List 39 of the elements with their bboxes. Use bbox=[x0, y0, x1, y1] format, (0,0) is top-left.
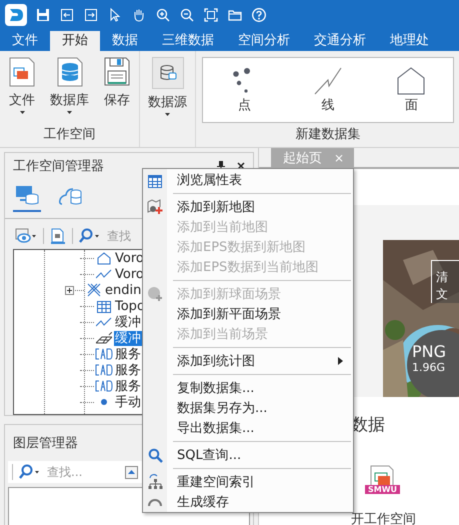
ribbon-button[interactable]: 数据源 bbox=[146, 55, 189, 125]
card-caption: 清 文 bbox=[431, 260, 459, 303]
ribbon-tab[interactable]: 空间分析 bbox=[226, 31, 302, 51]
menu-item[interactable]: 重建空间索引 bbox=[143, 472, 353, 492]
dataset-item[interactable]: 缓冲 bbox=[114, 330, 142, 346]
menu-item[interactable]: 生成缓存 bbox=[143, 492, 353, 512]
menu-item[interactable]: 导出数据集... bbox=[143, 418, 353, 438]
menu-item[interactable]: 添加到新平面场景 bbox=[143, 304, 353, 324]
ribbon-tab[interactable]: 三维数据 bbox=[150, 31, 226, 51]
ribbon-button[interactable]: 保存 bbox=[101, 55, 133, 125]
dataset-item[interactable]: 服务 bbox=[114, 378, 142, 394]
search-field[interactable]: 查找 bbox=[107, 229, 134, 243]
dataset-item[interactable]: 缓冲 bbox=[114, 314, 142, 330]
gallery-item[interactable]: 线 bbox=[298, 65, 358, 115]
ribbon-tab[interactable]: 数据 bbox=[100, 31, 150, 51]
dataset-item[interactable]: 服务 bbox=[114, 362, 142, 378]
ribbon-tab[interactable]: 交通分析 bbox=[302, 31, 378, 51]
group-title: 工作空间 bbox=[44, 127, 96, 142]
panel-title: 工作空间管理器 bbox=[13, 158, 104, 175]
menu-item[interactable]: 添加到新地图 bbox=[143, 197, 353, 217]
ribbon-tab[interactable]: 地理处 bbox=[378, 31, 441, 51]
menu-item[interactable]: 浏览属性表 bbox=[143, 170, 353, 190]
gallery-item[interactable]: 面 bbox=[381, 65, 442, 115]
dataset-item[interactable]: 手动 bbox=[114, 394, 142, 410]
dataset-item[interactable]: 服务 bbox=[114, 346, 142, 362]
ribbon-button[interactable]: 文件 bbox=[6, 55, 38, 125]
ribbon-tab[interactable]: 开始 bbox=[50, 31, 100, 51]
gallery-item[interactable]: 点 bbox=[214, 65, 275, 115]
dataset-item[interactable]: endin bbox=[104, 282, 142, 298]
menu-item[interactable]: 复制数据集... bbox=[143, 378, 353, 398]
file-label[interactable]: 开工作空间 bbox=[351, 510, 416, 525]
ribbon-tab[interactable]: 文件 bbox=[0, 31, 50, 51]
menu-item[interactable]: 数据集另存为... bbox=[143, 398, 353, 418]
menu-item[interactable]: SQL查询... bbox=[143, 445, 353, 465]
file-badge: SMWU bbox=[365, 485, 400, 494]
panel-title: 图层管理器 bbox=[13, 435, 78, 452]
ribbon-button[interactable]: 数据库 bbox=[48, 55, 91, 125]
group-title: 新建数据集 bbox=[296, 127, 360, 142]
menu-item[interactable]: 添加到统计图 bbox=[143, 351, 353, 371]
